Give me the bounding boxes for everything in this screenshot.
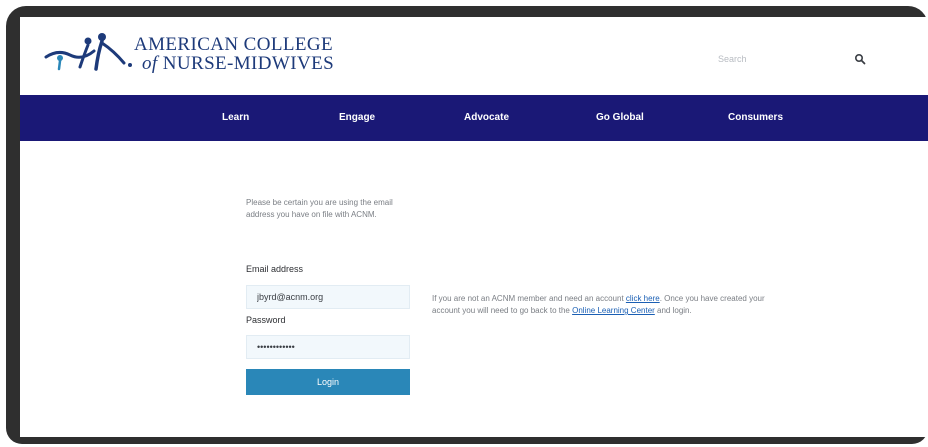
email-field[interactable]: [246, 285, 410, 309]
browser-screen: AMERICAN COLLEGE of NURSE-MIDWIVES Learn…: [20, 17, 928, 437]
click-here-link[interactable]: click here: [626, 294, 660, 303]
logo-line-1: AMERICAN COLLEGE: [134, 34, 334, 55]
main-nav: Learn Engage Advocate Go Global Consumer…: [20, 95, 928, 141]
midwives-figure-icon: [44, 33, 132, 71]
nav-item-learn[interactable]: Learn: [222, 95, 249, 141]
account-help-text: If you are not an ACNM member and need a…: [432, 293, 777, 317]
logo-line-2: of NURSE-MIDWIVES: [142, 54, 334, 73]
nav-item-engage[interactable]: Engage: [339, 95, 375, 141]
nav-item-consumers[interactable]: Consumers: [728, 95, 783, 141]
help-text-1: If you are not an ACNM member and need a…: [432, 294, 626, 303]
logo-text: AMERICAN COLLEGE of NURSE-MIDWIVES: [134, 35, 334, 73]
search-box: [710, 51, 870, 69]
nav-item-go-global[interactable]: Go Global: [596, 95, 644, 141]
email-label: Email address: [246, 264, 304, 274]
logo-of: of: [142, 53, 158, 74]
help-text-3: and login.: [654, 306, 692, 315]
search-icon[interactable]: [854, 53, 866, 65]
password-field[interactable]: [246, 335, 410, 359]
password-label: Password: [246, 315, 286, 325]
acnm-logo[interactable]: AMERICAN COLLEGE of NURSE-MIDWIVES: [44, 31, 344, 81]
login-intro-text: Please be certain you are using the emai…: [246, 198, 393, 219]
search-input[interactable]: [710, 51, 856, 67]
online-learning-center-link[interactable]: Online Learning Center: [572, 306, 655, 315]
login-button[interactable]: Login: [246, 369, 410, 395]
site-header: AMERICAN COLLEGE of NURSE-MIDWIVES: [20, 17, 928, 95]
nav-item-advocate[interactable]: Advocate: [464, 95, 509, 141]
logo-line-2-main: NURSE-MIDWIVES: [162, 53, 335, 74]
